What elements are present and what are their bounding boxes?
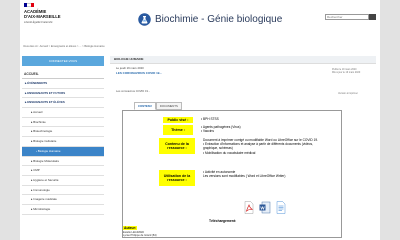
sidebar-item[interactable]: ▸ Hygiène et Sécurité (22, 176, 104, 186)
resource-row-label: Thème : (163, 125, 193, 135)
resource-row-line: • Mobilisation du vocabulaire médical (203, 150, 256, 155)
academie-line2: D'AIX-MARSEILLE (24, 14, 61, 19)
search-input[interactable] (325, 14, 369, 20)
resource-row-line: • BPH STSS (201, 117, 219, 121)
sidebar-item[interactable]: ▸ CMP (22, 166, 104, 176)
sidebar: CONNECTEZ-VOUS ACCUEIL ▸ ÉVÈNEMENTS ▸ ENS… (22, 56, 104, 215)
sidebar-item[interactable]: ▸ Biologie Moléculaire (22, 157, 104, 167)
word-file-icon[interactable]: W (259, 201, 271, 214)
article-date: Le jeudi 19 mars 2020 (116, 66, 144, 70)
sidebar-item[interactable]: ▸ Biochimie (22, 118, 104, 128)
republic-flag-icon (24, 3, 34, 7)
tab-bar: CONTENU DOCUMENTS (134, 102, 182, 110)
sidebar-item[interactable]: › Biologie Humaine (22, 146, 104, 157)
download-label: Téléchargement: (209, 219, 237, 223)
search-icon (370, 21, 375, 26)
flag-red (30, 3, 34, 7)
search-button[interactable] (369, 14, 376, 26)
main-content: BIOLOGIE HUMAINE Le jeudi 19 mars 2020 L… (110, 56, 376, 238)
resource-row-label: Public visé : (163, 117, 193, 123)
resource-row: Thème : • Agents pathogènes (Virus) • Vacc… (163, 125, 241, 135)
author-info: Estelle LEGRAND Lycée Philippe de Girard… (123, 231, 157, 237)
resource-row: Utilisation de la ressource : • Activité … (159, 170, 285, 186)
author-label: Auteur: (123, 226, 138, 230)
pdf-file-icon[interactable] (243, 201, 255, 214)
sidebar-nav: ▸ ÉVÈNEMENTS ▸ ENSEIGNANTS ET FUTURS ▸ ENS… (22, 79, 104, 215)
updated-date: Mis à jour le 19 mars 2020 (332, 71, 361, 75)
flask-logo-icon (138, 13, 151, 26)
resource-row-line: • Vaccins (201, 129, 214, 134)
page: ACADÉMIE D'AIX-MARSEILLE Liberté Égalité… (20, 0, 380, 240)
sidebar-accueil[interactable]: ACCUEIL (22, 70, 104, 79)
resource-row-content: • Activité en autonomie Les versions sont… (195, 170, 285, 186)
section-heading: BIOLOGIE HUMAINE (110, 56, 376, 64)
resource-row-label: Contenu de la ressource : (159, 138, 195, 154)
writer-file-icon[interactable] (275, 201, 287, 214)
publish-info: Publié le 19 mars 2020 Mis à jour le 19 … (332, 68, 372, 74)
resource-row: Contenu de la ressource : Document à impr… (159, 138, 318, 155)
resource-row: Public visé : • BPH STSS (163, 117, 219, 123)
resource-row-content: • BPH STSS (193, 117, 219, 123)
resource-row-label: Utilisation de la ressource : (159, 170, 195, 186)
resource-row-content: • Agents pathogènes (Virus) • Vaccins (193, 125, 241, 135)
sidebar-item[interactable]: ▸ ENSEIGNANTS ET ÉLÈVES (22, 98, 104, 109)
sidebar-item[interactable]: ▸ ÉVÈNEMENTS (22, 79, 104, 89)
site-header: ACADÉMIE D'AIX-MARSEILLE Liberté Égalité… (20, 0, 380, 40)
connect-button[interactable]: CONNECTEZ-VOUS (22, 56, 104, 66)
print-link[interactable]: Version à imprimer (338, 92, 358, 95)
author-school: Lycée Philippe de Girard (84) (123, 233, 157, 237)
resource-card: Public visé : • BPH STSS Thème : • Agents p… (122, 110, 342, 238)
tab-documents[interactable]: DOCUMENTS (155, 102, 182, 110)
sidebar-item[interactable]: ▸ Accueil (22, 108, 104, 118)
tab-contenu[interactable]: CONTENU (134, 102, 156, 110)
resource-row-line: Les versions sont modifiables ( Word et … (203, 174, 286, 179)
site-title[interactable]: Biochimie - Génie biologique (155, 14, 282, 25)
academie-logo[interactable]: ACADÉMIE D'AIX-MARSEILLE (24, 9, 76, 19)
breadcrumb[interactable]: Vous êtes ici : Accueil > Enseignants et… (23, 45, 105, 48)
sidebar-item[interactable]: ▸ ENSEIGNANTS ET FUTURS (22, 89, 104, 99)
sidebar-item[interactable]: ▸ Imagerie médicale (22, 195, 104, 205)
resource-row-content: Document à imprimer corrigé ou modifiabl… (195, 138, 318, 155)
sidebar-item[interactable]: ▸ Biotechnologie (22, 127, 104, 138)
sidebar-item[interactable]: ▸ Immunologie (22, 186, 104, 196)
devise: Liberté Égalité Fraternité (24, 21, 53, 24)
sidebar-item[interactable]: ▸ Microbiologie (22, 205, 104, 215)
article-subtitle: Les coronavirus COVID 19... (116, 90, 151, 93)
sidebar-item[interactable]: ▸ Biologie Cellulaire (22, 137, 104, 147)
article-title[interactable]: LES CORONAVIRUS COVID 19... (116, 71, 162, 75)
